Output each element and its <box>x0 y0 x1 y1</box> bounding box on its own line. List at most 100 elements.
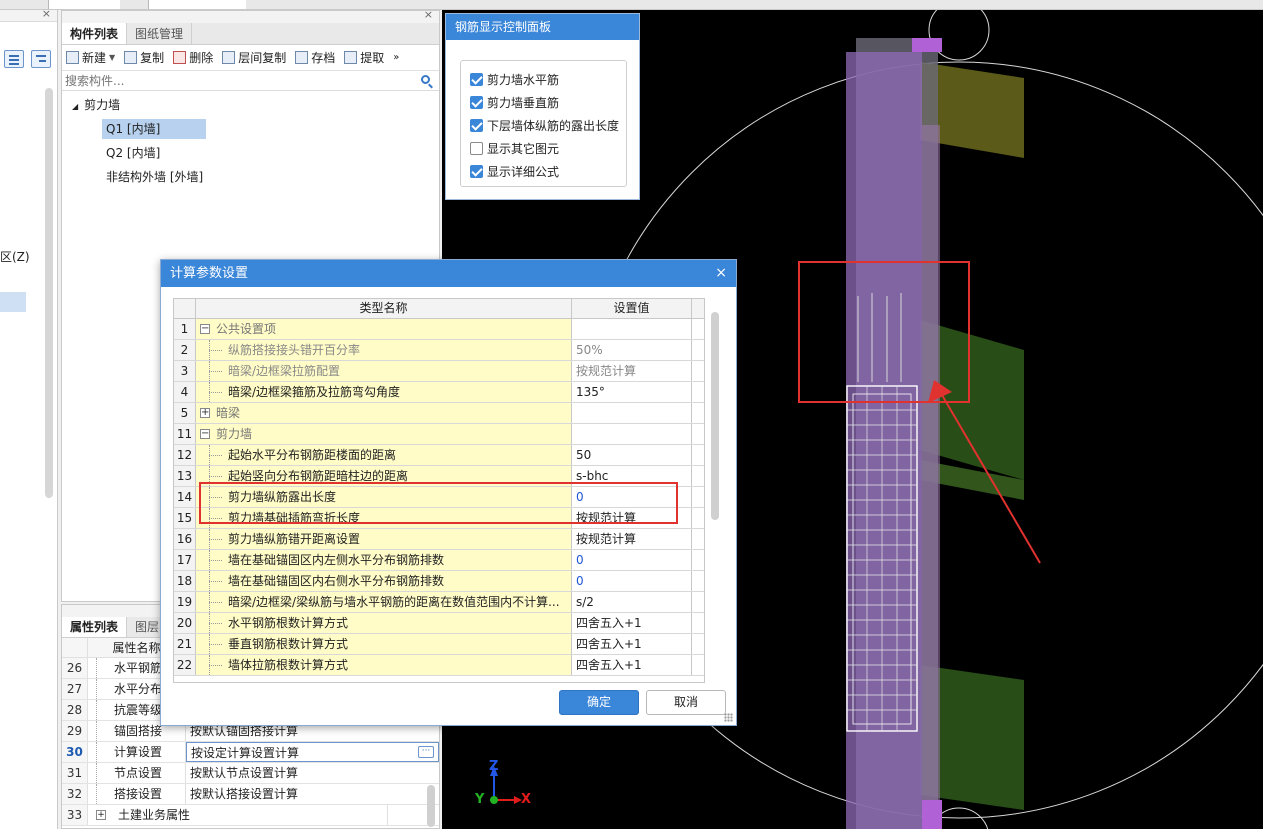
grid-row[interactable]: 4 暗梁/边框梁箍筋及拉筋弯勾角度 135° <box>174 382 704 403</box>
setting-value[interactable]: 50% <box>572 340 692 360</box>
checkbox-checked[interactable] <box>470 96 483 109</box>
checkbox-checked[interactable] <box>470 165 483 178</box>
new-button[interactable]: 新建 ▼ <box>66 49 115 66</box>
floor-copy-icon <box>222 51 236 64</box>
rebar-panel-title: 钢筋显示控制面板 <box>446 14 639 40</box>
group-label: 公共设置项 <box>216 322 277 336</box>
setting-value[interactable]: 四舍五入+1 <box>572 655 692 675</box>
dialog-titlebar: 计算参数设置 × <box>161 260 736 287</box>
property-value[interactable]: 按默认节点设置计算 <box>186 763 439 783</box>
component-toolbar: 新建 ▼ 复制 删除 层间复制 存档 提取 » <box>62 45 439 71</box>
grid-row[interactable]: 21 垂直钢筋根数计算方式 四舍五入+1 <box>174 634 704 655</box>
option-show-detailed-formula[interactable]: 显示详细公式 <box>470 163 559 180</box>
row-number: 22 <box>174 655 196 675</box>
search-icon[interactable] <box>421 75 430 84</box>
ok-button[interactable]: 确定 <box>559 690 639 715</box>
setting-name: 水平钢筋根数计算方式 <box>196 613 572 633</box>
row-number: 30 <box>62 742 88 762</box>
grid-row[interactable]: 16 剪力墙纵筋错开距离设置 按规范计算 <box>174 529 704 550</box>
grid-row[interactable]: 12 起始水平分布钢筋距楼面的距离 50 <box>174 445 704 466</box>
tab-drawing-management[interactable]: 图纸管理 <box>127 23 193 44</box>
setting-value[interactable]: 50 <box>572 445 692 465</box>
save-button[interactable]: 存档 <box>295 49 335 66</box>
tree-item-nonstructural-wall[interactable]: 非结构外墙 [外墙] <box>106 167 203 187</box>
checkbox-checked[interactable] <box>470 119 483 132</box>
setting-value[interactable]: s-bhc <box>572 466 692 486</box>
setting-value[interactable]: 135° <box>572 382 692 402</box>
top-field-1[interactable] <box>48 0 120 9</box>
setting-value[interactable]: 0 <box>572 487 692 507</box>
delete-button[interactable]: 删除 <box>173 49 213 66</box>
row-number: 3 <box>174 361 196 381</box>
more-options-button[interactable]: ··· <box>418 746 434 758</box>
setting-value[interactable]: 0 <box>572 571 692 591</box>
property-scrollbar[interactable] <box>427 785 435 827</box>
property-group-row[interactable]: 33 + 土建业务属性 <box>62 805 439 826</box>
option-shear-wall-vertical[interactable]: 剪力墙垂直筋 <box>470 94 559 111</box>
setting-value[interactable]: 四舍五入+1 <box>572 634 692 654</box>
setting-value[interactable]: 按规范计算 <box>572 508 692 528</box>
more-icon[interactable]: » <box>393 52 399 63</box>
resize-grip-icon[interactable] <box>724 713 733 722</box>
grid-group-row[interactable]: 5 + 暗梁 <box>174 403 704 424</box>
search-input[interactable] <box>65 73 395 88</box>
property-value[interactable]: 按设定计算设置计算 ··· <box>186 742 439 762</box>
group-name: − 剪力墙 <box>196 424 572 444</box>
property-group-label: 土建业务属性 <box>118 808 191 822</box>
tree-item-q2[interactable]: Q2 [内墙] <box>106 143 160 163</box>
collapse-icon[interactable]: − <box>200 324 210 334</box>
close-icon[interactable]: × <box>715 260 727 287</box>
setting-value <box>572 319 692 339</box>
expand-icon[interactable]: + <box>96 810 106 820</box>
collapse-icon[interactable]: ◢ <box>72 102 78 111</box>
list-view-icon[interactable] <box>4 50 24 68</box>
grid-row[interactable]: 20 水平钢筋根数计算方式 四舍五入+1 <box>174 613 704 634</box>
left-scrollbar[interactable] <box>45 88 53 498</box>
detail-view-icon[interactable] <box>31 50 51 68</box>
close-icon[interactable]: × <box>424 8 433 21</box>
grid-row[interactable]: 18 墙在基础锚固区内右侧水平分布钢筋排数 0 <box>174 571 704 592</box>
checkbox-checked[interactable] <box>470 73 483 86</box>
grid-row[interactable]: 13 起始竖向分布钢筋距暗柱边的距离 s-bhc <box>174 466 704 487</box>
grid-row[interactable]: 22 墙体拉筋根数计算方式 四舍五入+1 <box>174 655 704 676</box>
tab-component-list[interactable]: 构件列表 <box>62 23 128 44</box>
property-header-num <box>62 638 88 657</box>
setting-value[interactable]: 四舍五入+1 <box>572 613 692 633</box>
property-row[interactable]: 31 节点设置 按默认节点设置计算 <box>62 763 439 784</box>
grid-scrollbar[interactable] <box>711 312 719 520</box>
tree-root-shear-wall[interactable]: ◢ 剪力墙 <box>72 95 120 115</box>
option-lower-wall-exposed-length[interactable]: 下层墙体纵筋的露出长度 <box>470 117 619 134</box>
option-shear-wall-horizontal[interactable]: 剪力墙水平筋 <box>470 71 559 88</box>
setting-value[interactable]: 按规范计算 <box>572 529 692 549</box>
grid-group-row[interactable]: 1− 公共设置项 <box>174 319 704 340</box>
setting-value[interactable]: 0 <box>572 550 692 570</box>
grid-row[interactable]: 17 墙在基础锚固区内左侧水平分布钢筋排数 0 <box>174 550 704 571</box>
option-show-other-elements[interactable]: 显示其它图元 <box>470 140 559 157</box>
cancel-button[interactable]: 取消 <box>646 690 726 715</box>
grid-group-row[interactable]: 11− 剪力墙 <box>174 424 704 445</box>
grid-row[interactable]: 19 暗梁/边框梁/梁纵筋与墙水平钢筋的距离在数值范围内不计算... s/2 <box>174 592 704 613</box>
floor-copy-button[interactable]: 层间复制 <box>222 49 286 66</box>
collapse-icon[interactable]: − <box>200 429 210 439</box>
expand-icon[interactable]: + <box>200 408 210 418</box>
grid-row[interactable]: 3 暗梁/边框梁拉筋配置 按规范计算 <box>174 361 704 382</box>
top-field-2[interactable] <box>148 0 246 9</box>
property-row-active[interactable]: 30 计算设置 按设定计算设置计算 ··· <box>62 742 439 763</box>
extract-button[interactable]: 提取 <box>344 49 384 66</box>
extract-icon <box>344 51 358 64</box>
setting-value[interactable]: s/2 <box>572 592 692 612</box>
checkbox-unchecked[interactable] <box>470 142 483 155</box>
row-number: 12 <box>174 445 196 465</box>
property-value[interactable]: 按默认搭接设置计算 <box>186 784 439 804</box>
copy-button[interactable]: 复制 <box>124 49 164 66</box>
grid-row-exposed-length[interactable]: 14 剪力墙纵筋露出长度 0 <box>174 487 704 508</box>
tab-property-list[interactable]: 属性列表 <box>62 617 128 637</box>
close-icon[interactable]: × <box>42 7 51 20</box>
row-number: 20 <box>174 613 196 633</box>
property-row[interactable]: 32 搭接设置 按默认搭接设置计算 <box>62 784 439 805</box>
tree-item-q1[interactable]: Q1 [内墙] <box>102 119 206 139</box>
setting-value[interactable]: 按规范计算 <box>572 361 692 381</box>
grid-row[interactable]: 15 剪力墙基础插筋弯折长度 按规范计算 <box>174 508 704 529</box>
selected-nav-item[interactable] <box>0 292 26 312</box>
grid-row[interactable]: 2 纵筋搭接接头错开百分率 50% <box>174 340 704 361</box>
